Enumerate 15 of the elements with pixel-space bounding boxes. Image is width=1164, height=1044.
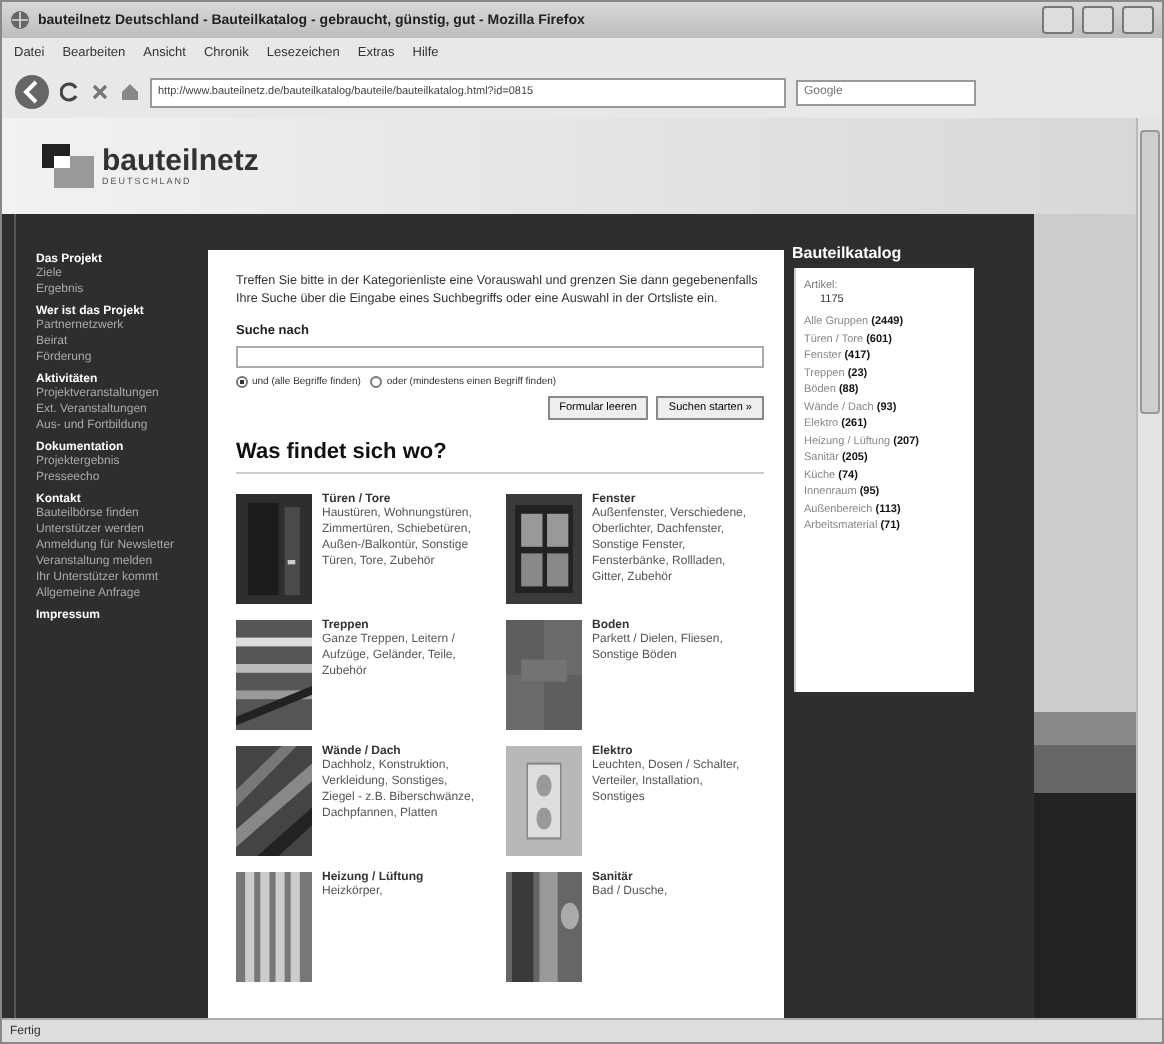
- scrollbar[interactable]: [1136, 118, 1162, 1018]
- globe-icon: [10, 10, 30, 30]
- close-icon[interactable]: [90, 82, 110, 102]
- search-input[interactable]: [236, 346, 764, 368]
- radio-button[interactable]: [236, 376, 248, 388]
- close-button[interactable]: [1122, 6, 1154, 34]
- back-icon[interactable]: [14, 74, 50, 110]
- section-heading: Was findet sich wo?: [236, 440, 764, 474]
- logo-icon: [42, 144, 94, 188]
- reload-icon[interactable]: [60, 82, 80, 102]
- minimize-button[interactable]: [1042, 6, 1074, 34]
- logo-text: bauteilnetz: [102, 146, 259, 176]
- home-icon[interactable]: [120, 82, 140, 102]
- radio-button[interactable]: [370, 376, 383, 388]
- maximize-button[interactable]: [1082, 6, 1114, 34]
